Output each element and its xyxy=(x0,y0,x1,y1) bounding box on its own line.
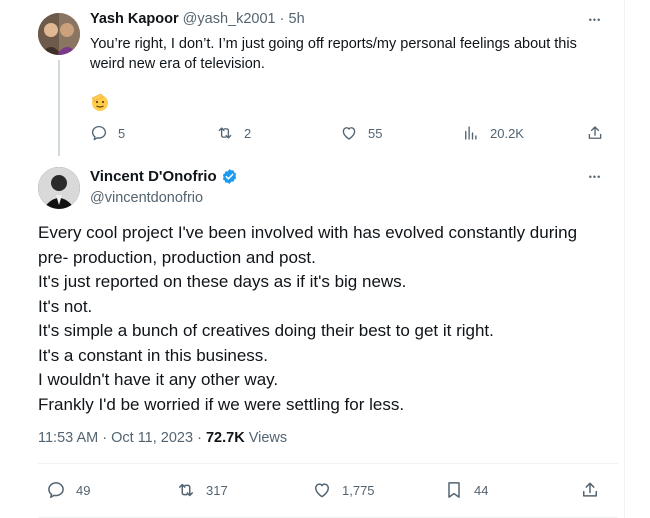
views-count: 20.2K xyxy=(490,125,524,141)
like-count: 55 xyxy=(368,125,383,141)
repost-count: 317 xyxy=(206,482,228,498)
tweet-line: I wouldn't have it any other way. xyxy=(38,370,279,389)
avatar-image xyxy=(38,13,80,55)
main-more-button[interactable]: ••• xyxy=(584,170,606,184)
tweet-views-count: 72.7K xyxy=(205,430,245,446)
main-tweet-text: Every cool project I've been involved wi… xyxy=(38,221,618,417)
reply-separator: · xyxy=(279,11,285,27)
more-icon: ••• xyxy=(588,172,602,182)
reply-views-button[interactable]: 20.2K xyxy=(462,124,524,142)
repost-icon xyxy=(179,483,193,497)
tweet-line: It's not. xyxy=(38,296,93,316)
main-author-handle[interactable]: @vincentdonofrio xyxy=(90,190,203,206)
tweet-line: Frankly I'd be worried if we were settli… xyxy=(38,394,405,414)
saluting-face-emoji-icon xyxy=(91,93,108,111)
main-like-button[interactable]: 1,775 xyxy=(312,480,375,500)
main-action-bar: 49 317 1,775 44 xyxy=(46,480,606,502)
tweet-views-label: Views xyxy=(248,430,288,446)
tweet-line: Every cool project I've been involved wi… xyxy=(38,223,578,242)
like-count: 1,775 xyxy=(342,482,375,498)
reply-share-button[interactable] xyxy=(586,124,604,142)
tweet-thread-panel: Yash Kapoor @yash_k2001 · 5h ••• You’re … xyxy=(0,0,625,518)
tweet-line: pre- production, production and post. xyxy=(38,247,316,267)
reply-icon xyxy=(91,125,107,141)
reply-more-button[interactable]: ••• xyxy=(584,13,606,27)
reply-count: 5 xyxy=(118,125,126,141)
heart-icon xyxy=(342,127,356,140)
tweet-line: It's just reported on these days as if i… xyxy=(38,272,407,291)
reply-header: Yash Kapoor @yash_k2001 · 5h xyxy=(90,11,305,27)
timestamp-separator: · xyxy=(102,430,108,446)
timestamp-separator: · xyxy=(197,430,202,446)
reply-text: You’re right, I don’t. I’m just going of… xyxy=(90,36,577,72)
divider xyxy=(38,463,618,464)
main-author-avatar[interactable] xyxy=(38,167,80,209)
main-author-name[interactable]: Vincent D'Onofrio xyxy=(90,168,217,185)
reply-time[interactable]: 5h xyxy=(289,11,305,27)
tweet-time[interactable]: 11:53 AM xyxy=(38,430,98,446)
views-chart-icon xyxy=(465,126,477,140)
main-share-button[interactable] xyxy=(580,480,600,500)
tweet-date[interactable]: Oct 11, 2023 xyxy=(111,430,193,446)
reply-action-bar: 5 2 55 20.2K xyxy=(90,124,610,144)
reply-icon xyxy=(48,482,64,498)
more-icon: ••• xyxy=(588,15,602,25)
share-icon xyxy=(583,482,597,497)
avatar[interactable] xyxy=(38,13,80,55)
main-repost-button[interactable]: 317 xyxy=(176,480,228,500)
verified-badge-icon xyxy=(222,169,236,184)
bookmark-icon xyxy=(448,482,460,498)
main-bookmark-button[interactable]: 44 xyxy=(444,480,488,500)
tweet-line: It's a constant in this business. xyxy=(38,345,269,365)
repost-count: 2 xyxy=(244,125,252,141)
reply-like-button[interactable]: 55 xyxy=(340,124,382,142)
avatar-image xyxy=(38,167,80,209)
reply-repost-button[interactable]: 2 xyxy=(216,124,251,142)
reply-count: 49 xyxy=(76,482,91,498)
tweet-timestamp: 11:53 AM · Oct 11, 2023 · 72.7K Views xyxy=(38,430,287,446)
tweet-line: It's simple a bunch of creatives doing t… xyxy=(38,321,494,340)
reply-author-name[interactable]: Yash Kapoor xyxy=(90,11,179,27)
reply-reply-button[interactable]: 5 xyxy=(90,124,125,142)
repost-icon xyxy=(218,127,232,139)
bookmark-count: 44 xyxy=(474,482,489,498)
heart-icon xyxy=(315,483,329,498)
thread-connector-line xyxy=(58,60,60,156)
reply-author-handle[interactable]: @yash_k2001 xyxy=(183,11,276,27)
share-icon xyxy=(588,126,602,139)
main-author-name-row: Vincent D'Onofrio xyxy=(90,168,238,185)
main-reply-button[interactable]: 49 xyxy=(46,480,90,500)
